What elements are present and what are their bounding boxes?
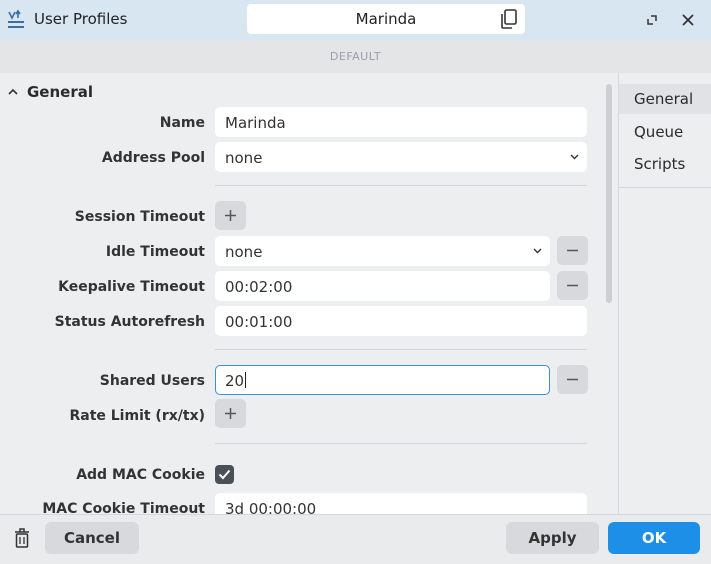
scrollbar[interactable] bbox=[606, 84, 612, 303]
title-bar: User Profiles Marinda bbox=[0, 0, 711, 40]
footer-bar: Cancel Apply OK bbox=[0, 514, 711, 564]
side-nav-item-queue[interactable]: Queue bbox=[619, 117, 711, 147]
side-nav-label: General bbox=[634, 90, 694, 108]
mac-cookie-timeout-value: 3d 00:00:00 bbox=[225, 500, 317, 514]
side-nav-label: Scripts bbox=[634, 155, 686, 173]
mode-bar: DEFAULT bbox=[0, 40, 711, 73]
name-field[interactable]: Marinda bbox=[215, 107, 587, 137]
apply-button[interactable]: Apply bbox=[506, 522, 599, 554]
text-caret bbox=[245, 372, 247, 388]
session-timeout-label: Session Timeout bbox=[74, 209, 205, 225]
divider bbox=[619, 187, 711, 188]
mac-cookie-timeout-label: MAC Cookie Timeout bbox=[42, 501, 205, 514]
shared-users-field[interactable]: 20 bbox=[215, 365, 550, 395]
ok-button-label: OK bbox=[641, 529, 667, 547]
add-mac-cookie-label: Add MAC Cookie bbox=[76, 467, 205, 483]
shared-users-value-wrap: 20 bbox=[225, 372, 247, 390]
profile-name-header: Marinda bbox=[247, 4, 525, 34]
trash-icon[interactable] bbox=[12, 527, 32, 549]
address-pool-value: none bbox=[225, 149, 263, 167]
idle-timeout-select[interactable]: none bbox=[215, 236, 550, 266]
shared-users-remove-button[interactable] bbox=[557, 365, 588, 394]
plus-icon bbox=[225, 210, 236, 221]
plus-icon bbox=[225, 408, 236, 419]
side-nav-label: Queue bbox=[634, 123, 684, 141]
section-title[interactable]: General bbox=[27, 83, 93, 101]
address-pool-select[interactable]: none bbox=[215, 142, 587, 172]
cancel-button[interactable]: Cancel bbox=[45, 522, 139, 554]
keepalive-timeout-field[interactable]: 00:02:00 bbox=[215, 271, 550, 301]
idle-timeout-remove-button[interactable] bbox=[557, 236, 588, 265]
minus-icon bbox=[567, 378, 578, 381]
side-nav-item-scripts[interactable]: Scripts bbox=[619, 149, 711, 179]
profile-name-text: Marinda bbox=[355, 10, 417, 28]
idle-timeout-value: none bbox=[225, 243, 263, 261]
close-icon[interactable] bbox=[678, 10, 698, 30]
divider bbox=[215, 349, 587, 350]
mac-cookie-timeout-field[interactable]: 3d 00:00:00 bbox=[215, 493, 587, 514]
name-value: Marinda bbox=[225, 114, 286, 132]
form-panel: General Name Marinda Address Pool none S… bbox=[0, 73, 618, 514]
divider bbox=[215, 443, 587, 444]
keepalive-timeout-label: Keepalive Timeout bbox=[58, 279, 205, 295]
divider bbox=[215, 185, 587, 186]
restore-icon[interactable] bbox=[642, 10, 662, 30]
window-title: User Profiles bbox=[34, 10, 128, 28]
minus-icon bbox=[567, 284, 578, 287]
minus-icon bbox=[567, 249, 578, 252]
chevron-up-icon[interactable] bbox=[8, 88, 18, 96]
copy-icon[interactable] bbox=[499, 8, 519, 30]
status-autorefresh-value: 00:01:00 bbox=[225, 313, 293, 331]
keepalive-timeout-remove-button[interactable] bbox=[557, 271, 588, 300]
apply-button-label: Apply bbox=[528, 529, 577, 547]
idle-timeout-label: Idle Timeout bbox=[105, 244, 205, 260]
address-pool-label: Address Pool bbox=[101, 150, 205, 166]
side-nav-item-general[interactable]: General bbox=[619, 84, 711, 114]
app-icon bbox=[8, 9, 24, 28]
side-nav: General Queue Scripts bbox=[618, 73, 711, 514]
rate-limit-label: Rate Limit (rx/tx) bbox=[69, 408, 205, 424]
name-label: Name bbox=[159, 115, 205, 131]
keepalive-timeout-value: 00:02:00 bbox=[225, 278, 293, 296]
shared-users-label: Shared Users bbox=[99, 373, 205, 389]
rate-limit-add-button[interactable] bbox=[215, 399, 246, 428]
status-autorefresh-field[interactable]: 00:01:00 bbox=[215, 306, 587, 336]
cancel-button-label: Cancel bbox=[63, 529, 120, 547]
ok-button[interactable]: OK bbox=[608, 522, 700, 554]
chevron-down-icon bbox=[533, 248, 542, 254]
checkmark-icon bbox=[218, 469, 231, 480]
mode-label: DEFAULT bbox=[329, 50, 382, 63]
chevron-down-icon bbox=[570, 154, 579, 160]
add-mac-cookie-checkbox[interactable] bbox=[215, 465, 234, 484]
shared-users-value: 20 bbox=[225, 372, 245, 390]
session-timeout-add-button[interactable] bbox=[215, 201, 246, 230]
status-autorefresh-label: Status Autorefresh bbox=[54, 314, 205, 330]
